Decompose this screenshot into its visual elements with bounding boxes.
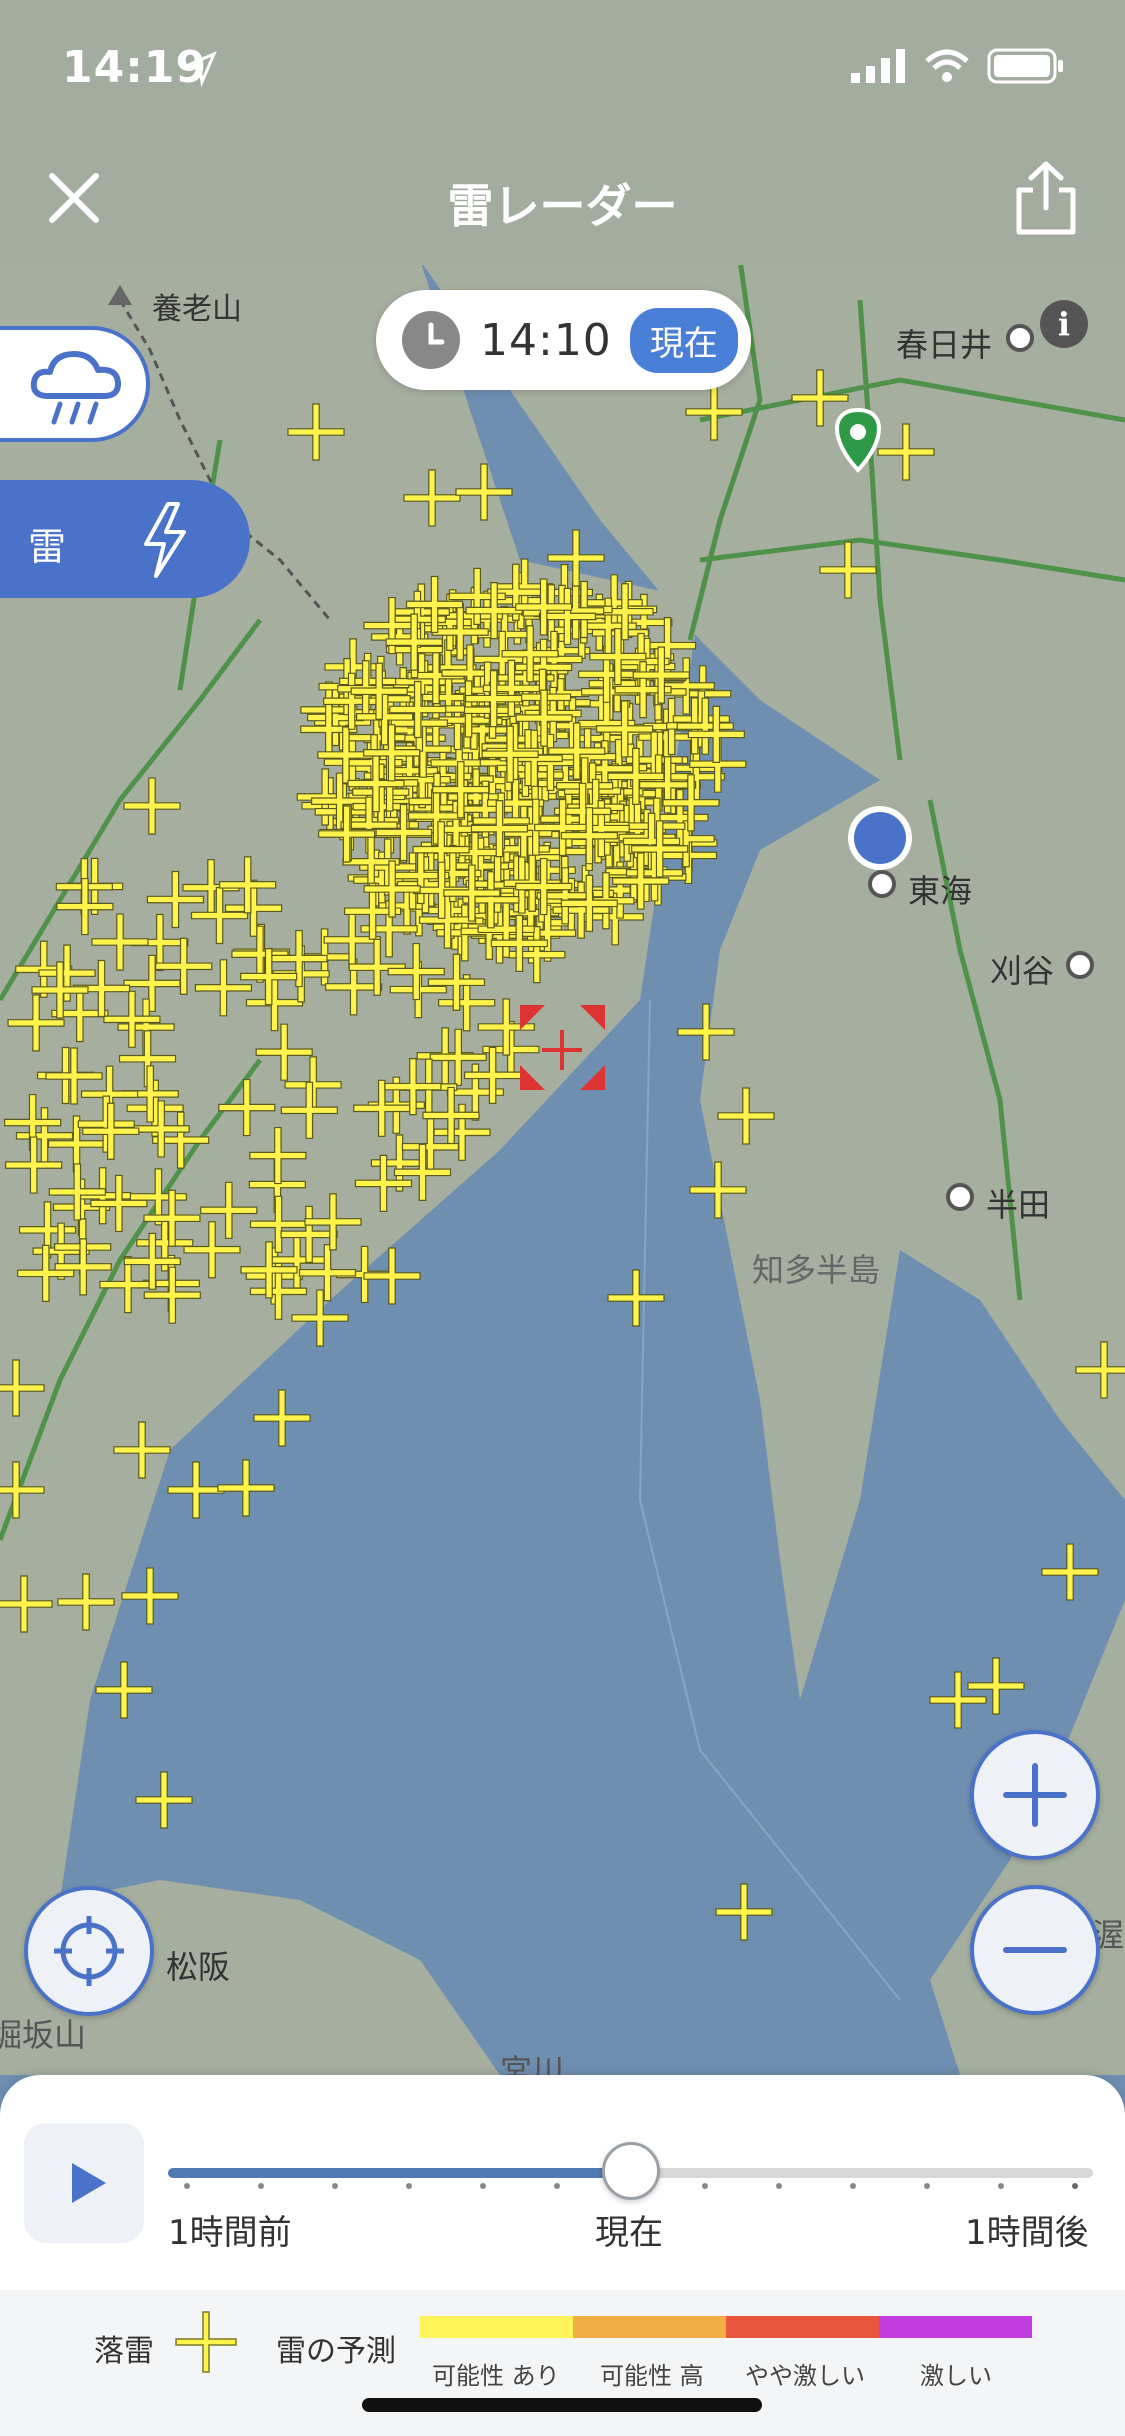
slider-tick — [776, 2183, 782, 2189]
thunder-layer-button[interactable]: 雷 — [0, 480, 250, 598]
slider-tick — [258, 2183, 264, 2189]
slider-tick — [702, 2183, 708, 2189]
zoom-out-button[interactable] — [970, 1885, 1100, 2015]
slider-left-label: 1時間前 — [168, 2213, 292, 2253]
crosshair-icon — [54, 1916, 124, 1986]
legend-level-label: 可能性 あり — [432, 2362, 560, 2390]
slider-tick — [924, 2183, 930, 2189]
legend-strike-label: 落雷 — [94, 2334, 154, 2369]
slider-tick — [998, 2183, 1004, 2189]
slider-right-label: 1時間後 — [965, 2213, 1089, 2253]
legend-level-label: 可能性 高 — [600, 2362, 704, 2390]
now-badge: 現在 — [629, 307, 738, 373]
wifi-icon — [925, 49, 969, 82]
current-location-marker — [848, 806, 912, 870]
time-selector[interactable]: 14:10 現在 — [376, 290, 751, 390]
slider-tick — [332, 2183, 338, 2189]
location-arrow-icon — [180, 51, 217, 88]
plus-icon — [1003, 1763, 1067, 1827]
legend-level-label: 激しい — [920, 2362, 992, 2390]
slider-tick — [184, 2183, 190, 2189]
play-icon — [72, 2163, 106, 2203]
rain-cloud-icon — [30, 351, 121, 425]
label-kasugai: 春日井 — [896, 326, 993, 364]
legend-bar-severe — [879, 2316, 1032, 2338]
play-button[interactable] — [24, 2123, 144, 2243]
legend-forecast-label: 雷の予測 — [276, 2334, 396, 2369]
label-tokai: 東海 — [908, 872, 973, 910]
lightning-icon — [144, 502, 186, 578]
slider-tick — [850, 2183, 856, 2189]
label-chita: 知多半島 — [752, 1251, 881, 1289]
slider-center-label: 現在 — [595, 2213, 663, 2253]
displayed-time: 14:10 — [480, 314, 612, 366]
slider-progress — [168, 2168, 631, 2178]
zoom-in-button[interactable] — [970, 1730, 1100, 1860]
legend-bar-heavy — [726, 2316, 879, 2338]
legend-level-label: やや激しい — [745, 2362, 865, 2390]
status-bar: 14:19 — [0, 0, 1125, 130]
locate-button[interactable] — [24, 1886, 154, 2016]
strike-symbol-icon — [175, 2311, 237, 2373]
legend: 落雷 雷の予測 可能性 あり 可能性 高 やや激しい 激しい — [0, 2290, 1125, 2436]
label-kariya: 刈谷 — [990, 952, 1055, 990]
label-handa: 半田 — [986, 1186, 1051, 1224]
legend-bar-possible — [420, 2316, 573, 2338]
slider-tick — [480, 2183, 486, 2189]
clock-icon — [402, 311, 460, 369]
label-sakayama: 堀坂山 — [0, 2016, 87, 2054]
slider-tick — [554, 2183, 560, 2189]
slider-tick — [406, 2183, 412, 2189]
slider-thumb[interactable] — [601, 2142, 660, 2200]
slider-tick — [1072, 2183, 1078, 2189]
page-title: 雷レーダー — [447, 179, 678, 233]
minus-icon — [1003, 1947, 1067, 1953]
rain-layer-button[interactable] — [0, 326, 150, 442]
thunder-layer-label: 雷 — [28, 525, 67, 569]
info-button[interactable]: i — [1040, 300, 1088, 348]
battery-icon — [987, 48, 1063, 84]
nav-bar: 雷レーダー — [0, 130, 1125, 265]
label-matsusaka: 松阪 — [166, 1948, 231, 1986]
label-yoro: 養老山 — [152, 292, 242, 327]
share-icon[interactable] — [1011, 158, 1081, 238]
timeline-slider[interactable] — [168, 2142, 1093, 2200]
signal-icon — [851, 49, 905, 83]
home-indicator — [362, 2398, 762, 2412]
legend-bar-high — [573, 2316, 726, 2338]
